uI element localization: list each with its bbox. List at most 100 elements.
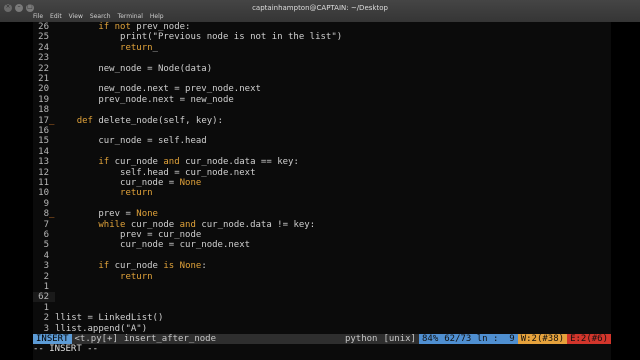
scroll-percent: 84% [418, 334, 442, 344]
line-number: 7 [43, 219, 49, 230]
code-line[interactable]: 5 cur_node = cur_node.next [33, 240, 251, 251]
menu-edit[interactable]: Edit [50, 13, 62, 20]
code-line[interactable]: 62 [33, 292, 55, 303]
code-line[interactable]: 4 [33, 251, 55, 261]
code-line[interactable]: 2 return [33, 272, 153, 282]
code-keyword: if not [98, 22, 131, 32]
line-number: 25 [38, 32, 49, 43]
code-text: prev = cur_node [55, 230, 202, 240]
code-text: prev = [55, 209, 137, 220]
code-line[interactable]: 23 [33, 53, 55, 63]
code-keyword: def [76, 115, 93, 126]
code-line[interactable]: 10 return [33, 188, 152, 199]
code-line[interactable]: 21 [33, 74, 55, 84]
code-line[interactable]: 7 while cur_node and cur_node.data != ke… [33, 219, 316, 230]
code-keyword: None [179, 178, 202, 188]
errors-badge: E:2(#6) [567, 334, 611, 344]
menu-bar: File Edit View Search Terminal Help [33, 13, 164, 20]
code-keyword: None [179, 261, 202, 272]
line-number: 18 [38, 105, 49, 116]
code-line[interactable]: 9 [33, 199, 55, 209]
code-text: cur_node.data != key: [195, 219, 316, 230]
code-keyword: if [98, 261, 110, 272]
code-line[interactable]: 19 prev_node.next = new_node [33, 95, 234, 105]
code-text: cur_node [109, 157, 164, 168]
code-line[interactable]: 3 llist.append("A") [33, 323, 148, 334]
line-number: 10 [38, 188, 49, 199]
code-text: print("Previous node is not in the list"… [55, 32, 343, 43]
line-number: 1 [43, 282, 49, 292]
line-number: 14 [38, 146, 49, 157]
line-number: 24 [38, 42, 49, 53]
window-title: captainhampton@CAPTAIN: ~/Desktop [252, 4, 388, 12]
code-text: cur_node = [55, 178, 180, 188]
desktop-right [611, 22, 640, 360]
code-line[interactable]: 24 return_ [33, 43, 158, 53]
code-text: prev_node: [130, 22, 191, 32]
line-number: 3 [43, 323, 49, 334]
line-number: 15 [38, 136, 49, 147]
code-line[interactable]: 1 [33, 303, 55, 313]
line-number: 62 [38, 292, 49, 303]
menu-file[interactable]: File [33, 13, 43, 20]
line-number: 4 [43, 250, 49, 261]
window-titlebar: × – □ captainhampton@CAPTAIN: ~/Desktop … [0, 0, 640, 22]
line-number: 13 [38, 157, 49, 168]
code-text: cur_node = cur_node.next [55, 240, 251, 251]
code-line[interactable]: 25 print("Previous node is not in the li… [33, 32, 342, 42]
line-number: 16 [38, 126, 49, 136]
line-number: 12 [38, 167, 49, 178]
code-line[interactable]: 17_ def delete_node(self, key): [33, 116, 223, 126]
code-keyword: if [98, 157, 110, 168]
code-text: llist.append("A") [55, 323, 148, 334]
file-type: python [341, 334, 381, 344]
code-line[interactable]: 3 if cur_node is None: [33, 261, 207, 271]
line-number: 9 [43, 198, 49, 209]
code-text: cur_node.data == key: [179, 157, 299, 168]
code-line[interactable]: 18 [33, 105, 55, 115]
code-line[interactable]: 12 self.head = cur_node.next [33, 168, 255, 178]
line-number: 20 [38, 84, 49, 95]
code-line[interactable]: 8_ prev = None [33, 209, 158, 219]
vim-statusline: INSERT <t.py[+] insert_after_node python… [33, 334, 611, 344]
line-number: 19 [38, 94, 49, 105]
code-text: cur_node = self.head [55, 136, 207, 147]
code-line[interactable]: 22 new_node = Node(data) [33, 64, 212, 74]
menu-search[interactable]: Search [90, 13, 111, 20]
menu-help[interactable]: Help [150, 13, 164, 20]
cursor-position: 62/73 ln : 9 [441, 334, 518, 344]
code-line[interactable]: 6 prev = cur_node [33, 230, 202, 240]
code-text: delete_node(self, key): [92, 115, 223, 126]
code-line[interactable]: 15 cur_node = self.head [33, 136, 207, 146]
code-line[interactable]: 11 cur_node = None [33, 178, 201, 188]
code-line[interactable]: 13 if cur_node and cur_node.data == key: [33, 157, 299, 167]
code-keyword: and [179, 219, 196, 230]
code-line[interactable]: 14 [33, 147, 55, 157]
code-keyword: None [136, 209, 158, 220]
code-text: new_node.next = prev_node.next [55, 84, 261, 95]
line-number: 17 [38, 115, 49, 126]
code-text: llist = LinkedList() [55, 313, 164, 324]
menu-terminal[interactable]: Terminal [118, 13, 143, 20]
line-number: 5 [43, 240, 49, 251]
code-keyword: return [120, 271, 153, 282]
code-text: self.head = cur_node.next [55, 167, 256, 178]
code-line[interactable]: 1 [33, 282, 55, 292]
line-number: 1 [43, 302, 49, 313]
line-number: 3 [43, 261, 49, 272]
code-line[interactable]: 20 new_node.next = prev_node.next [33, 84, 261, 94]
line-number: 8 [43, 209, 49, 220]
current-function: insert_after_node [120, 334, 342, 344]
code-text: cur_node [109, 261, 164, 272]
code-line[interactable]: 16 [33, 126, 55, 136]
code-text: cur_node [125, 219, 180, 230]
code-line[interactable]: 2 llist = LinkedList() [33, 313, 164, 324]
code-line[interactable]: 26 if not prev_node: [33, 22, 190, 32]
menu-view[interactable]: View [69, 13, 83, 20]
mode-indicator: INSERT [33, 334, 72, 344]
